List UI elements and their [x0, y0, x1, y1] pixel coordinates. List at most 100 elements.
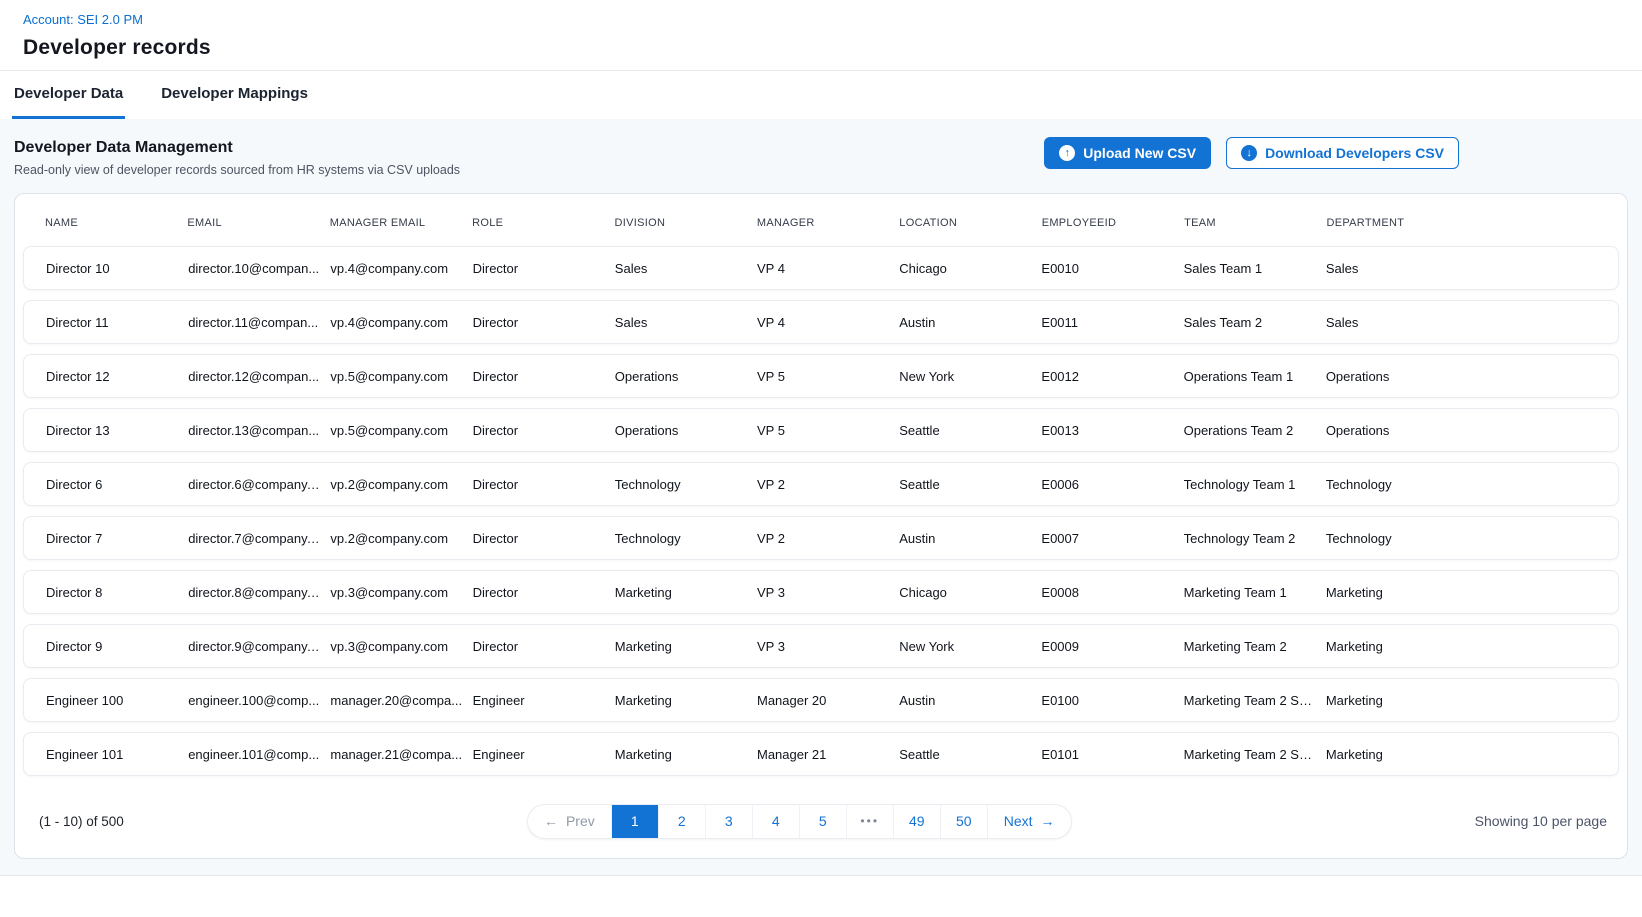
section-buttons: ↑ Upload New CSV ↓ Download Developers C…	[1044, 137, 1459, 169]
table-cell: Marketing Team 2 Su...	[1184, 747, 1326, 762]
table-cell: vp.2@company.com	[330, 477, 472, 492]
table-cell: E0101	[1041, 747, 1183, 762]
download-button-label: Download Developers CSV	[1265, 145, 1444, 161]
table-cell: director.11@compan...	[188, 315, 330, 330]
pagination-page-2[interactable]: 2	[659, 805, 706, 838]
table-cell: E0008	[1041, 585, 1183, 600]
table-cell: Director 11	[46, 315, 188, 330]
table-cell: director.13@compan...	[188, 423, 330, 438]
developer-table-card: NAMEEMAILMANAGER EMAILROLEDIVISIONMANAGE…	[14, 193, 1628, 859]
table-cell: vp.4@company.com	[330, 261, 472, 276]
page-title: Developer records	[23, 36, 1642, 60]
table-cell: E0009	[1041, 639, 1183, 654]
table-cell: Manager 21	[757, 747, 899, 762]
bottom-strip	[0, 876, 1642, 917]
table-cell: Director 6	[46, 477, 188, 492]
table-cell: vp.3@company.com	[330, 639, 472, 654]
pagination-page-49[interactable]: 49	[894, 805, 941, 838]
table-cell: Operations	[1326, 369, 1596, 384]
column-header: TEAM	[1184, 217, 1326, 229]
table-cell: Technology	[615, 477, 757, 492]
table-cell: VP 5	[757, 369, 899, 384]
table-cell: Seattle	[899, 477, 1041, 492]
table-cell: Technology Team 2	[1184, 531, 1326, 546]
table-cell: engineer.100@comp...	[188, 693, 330, 708]
table-cell: Technology	[615, 531, 757, 546]
page-header: Account: SEI 2.0 PM Developer records	[0, 0, 1642, 70]
table-cell: E0013	[1041, 423, 1183, 438]
table-cell: director.8@company....	[188, 585, 330, 600]
table-cell: Seattle	[899, 747, 1041, 762]
column-header: LOCATION	[899, 217, 1041, 229]
table-cell: Engineer	[473, 747, 615, 762]
table-row: Director 13director.13@compan...vp.5@com…	[23, 408, 1619, 452]
table-cell: Sales Team 1	[1184, 261, 1326, 276]
column-header: NAME	[45, 217, 187, 229]
table-cell: Technology	[1326, 477, 1596, 492]
table-cell: vp.5@company.com	[330, 423, 472, 438]
download-icon: ↓	[1241, 145, 1257, 161]
section-titles: Developer Data Management Read-only view…	[14, 137, 460, 177]
download-developers-csv-button[interactable]: ↓ Download Developers CSV	[1226, 137, 1459, 169]
table-cell: Marketing Team 2 Su...	[1184, 693, 1326, 708]
table-cell: VP 2	[757, 477, 899, 492]
pagination-page-5[interactable]: 5	[800, 805, 847, 838]
tab-developer-mappings[interactable]: Developer Mappings	[159, 71, 310, 119]
table-cell: engineer.101@comp...	[188, 747, 330, 762]
table-cell: Marketing Team 2	[1184, 639, 1326, 654]
pagination-page-1[interactable]: 1	[612, 805, 659, 838]
table-cell: Director	[473, 639, 615, 654]
pagination-page-3[interactable]: 3	[706, 805, 753, 838]
table-cell: Director	[473, 585, 615, 600]
table-cell: Technology	[1326, 531, 1596, 546]
table-cell: Marketing	[1326, 693, 1596, 708]
table-cell: E0007	[1041, 531, 1183, 546]
pagination-next-button[interactable]: Next →	[988, 805, 1071, 838]
table-cell: Operations Team 2	[1184, 423, 1326, 438]
table-cell: Marketing	[1326, 585, 1596, 600]
table-cell: Director	[473, 531, 615, 546]
table-cell: Director 8	[46, 585, 188, 600]
table-cell: Director 13	[46, 423, 188, 438]
table-cell: Austin	[899, 531, 1041, 546]
pagination-ellipsis: •••	[847, 805, 894, 838]
table-cell: Sales	[615, 261, 757, 276]
table-cell: Marketing	[1326, 747, 1596, 762]
table-cell: Sales	[1326, 315, 1596, 330]
table-cell: Operations	[615, 369, 757, 384]
table-cell: VP 3	[757, 585, 899, 600]
table-row: Director 10director.10@compan...vp.4@com…	[23, 246, 1619, 290]
pagination-page-50[interactable]: 50	[941, 805, 988, 838]
per-page-text: Showing 10 per page	[1475, 813, 1607, 829]
table-cell: E0010	[1041, 261, 1183, 276]
content-area: Developer Data Management Read-only view…	[0, 119, 1642, 876]
table-header-row: NAMEEMAILMANAGER EMAILROLEDIVISIONMANAGE…	[23, 206, 1619, 240]
table-cell: Director	[473, 261, 615, 276]
table-cell: E0011	[1041, 315, 1183, 330]
table-cell: Seattle	[899, 423, 1041, 438]
table-cell: New York	[899, 639, 1041, 654]
tab-developer-data[interactable]: Developer Data	[12, 71, 125, 119]
table-cell: VP 4	[757, 315, 899, 330]
pagination-page-4[interactable]: 4	[753, 805, 800, 838]
table-cell: E0100	[1041, 693, 1183, 708]
table-cell: vp.4@company.com	[330, 315, 472, 330]
column-header: MANAGER EMAIL	[330, 217, 472, 229]
table-cell: Marketing	[615, 747, 757, 762]
section-subtitle: Read-only view of developer records sour…	[14, 163, 460, 177]
table-cell: Director	[473, 315, 615, 330]
column-header: ROLE	[472, 217, 614, 229]
table-cell: Engineer	[473, 693, 615, 708]
account-breadcrumb-link[interactable]: Account: SEI 2.0 PM	[23, 12, 143, 27]
table-cell: Director 12	[46, 369, 188, 384]
table-cell: vp.2@company.com	[330, 531, 472, 546]
pagination-prev-button[interactable]: ← Prev	[528, 805, 612, 838]
prev-label: Prev	[566, 813, 595, 829]
table-cell: VP 5	[757, 423, 899, 438]
pagination-wrap: ← Prev 12345•••4950 Next →	[124, 804, 1475, 839]
table-cell: Technology Team 1	[1184, 477, 1326, 492]
table-cell: Chicago	[899, 261, 1041, 276]
upload-new-csv-button[interactable]: ↑ Upload New CSV	[1044, 137, 1211, 169]
table-body: Director 10director.10@compan...vp.4@com…	[23, 246, 1619, 776]
table-row: Director 11director.11@compan...vp.4@com…	[23, 300, 1619, 344]
